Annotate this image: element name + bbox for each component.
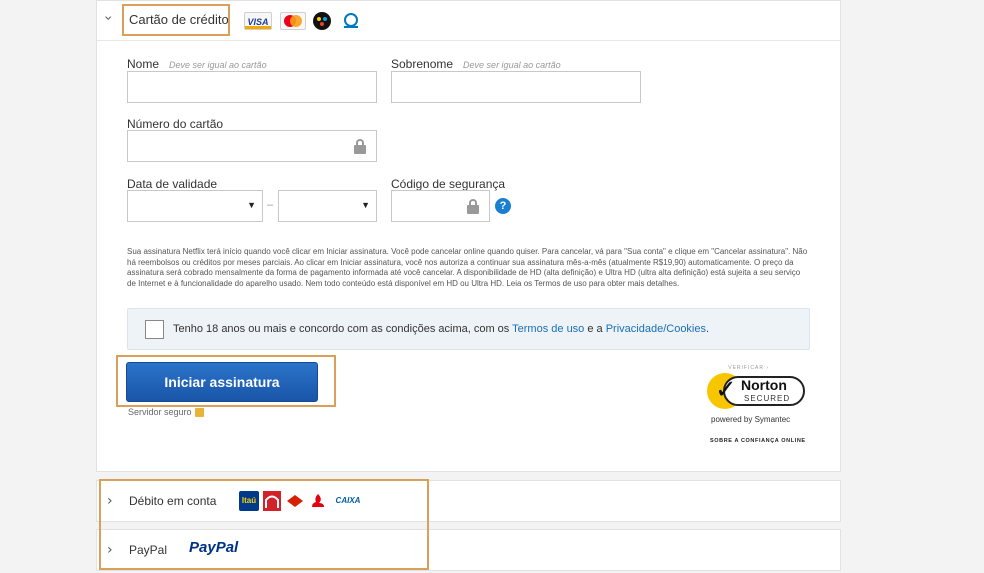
norton-powered: powered by Symantec — [711, 415, 791, 424]
agree-text-after: . — [706, 323, 710, 335]
last-name-hint: Deve ser igual ao cartão — [463, 60, 561, 70]
caret-down-icon: ▼ — [361, 200, 370, 210]
santander-logo-icon — [310, 491, 326, 511]
norton-secured-badge[interactable]: VERIFICAR › ✓ Norton SECURED powered by … — [703, 365, 813, 447]
lock-icon — [467, 199, 479, 214]
card-number-input[interactable] — [127, 130, 377, 162]
expiry-label: Data de validade — [127, 177, 218, 191]
elo-logo-icon — [313, 12, 331, 30]
visa-logo-icon: VISA — [244, 12, 272, 30]
chevron-right-icon: › — [107, 542, 113, 558]
itau-logo-icon: Itaú — [239, 491, 259, 511]
credit-card-title: Cartão de crédito — [129, 12, 229, 27]
payment-page: › Cartão de crédito VISA Nome Deve ser ig… — [0, 0, 984, 573]
agree-text-mid: e a — [584, 323, 606, 335]
credit-card-section: › Cartão de crédito VISA Nome Deve ser ig… — [96, 0, 841, 472]
chevron-right-icon: › — [107, 493, 113, 509]
expiry-month-select[interactable]: ▼ — [127, 190, 263, 222]
expiry-year-select[interactable]: ▼ — [278, 190, 377, 222]
hsbc-logo-icon — [287, 491, 303, 511]
chevron-down-icon: › — [99, 15, 116, 21]
expiry-separator: – — [267, 199, 274, 211]
debit-title: Débito em conta — [129, 494, 217, 508]
mastercard-logo-icon — [280, 12, 306, 30]
caret-down-icon: ▼ — [247, 200, 256, 210]
terms-text: Sua assinatura Netflix terá início quand… — [127, 247, 808, 288]
agree-text: Tenho 18 anos ou mais e concordo com as … — [173, 323, 709, 335]
bradesco-logo-icon — [263, 491, 281, 511]
debit-section[interactable]: › Débito em conta Itaú CAIXA — [96, 480, 841, 522]
last-name-input[interactable] — [391, 71, 641, 103]
start-subscription-button[interactable]: Iniciar assinatura — [126, 362, 318, 402]
secure-server-text: Servidor seguro — [128, 407, 192, 417]
agree-text-before: Tenho 18 anos ou mais e concordo com as … — [173, 323, 513, 335]
first-name-label: Nome Deve ser igual ao cartão — [127, 57, 267, 71]
terms-of-use-link[interactable]: Termos de uso — [512, 323, 584, 335]
diners-logo-icon — [340, 12, 362, 30]
lock-icon — [354, 139, 366, 154]
privacy-link[interactable]: Privacidade/Cookies — [606, 323, 706, 335]
last-name-label-text: Sobrenome — [391, 57, 454, 71]
security-code-label: Código de segurança — [391, 177, 506, 191]
first-name-hint: Deve ser igual ao cartão — [169, 60, 267, 70]
paypal-logo-icon: PayPal — [189, 539, 239, 556]
credit-card-header[interactable]: › Cartão de crédito VISA — [97, 1, 840, 41]
last-name-label: Sobrenome Deve ser igual ao cartão — [391, 57, 561, 71]
caixa-logo-icon: CAIXA — [335, 496, 361, 505]
norton-secured: SECURED — [744, 394, 791, 403]
first-name-label-text: Nome — [127, 57, 160, 71]
paypal-section[interactable]: › PayPal PayPal — [96, 529, 841, 571]
paypal-title: PayPal — [129, 543, 168, 557]
security-code-input[interactable] — [391, 190, 490, 222]
first-name-input[interactable] — [127, 71, 377, 103]
norton-trust: SOBRE A CONFIANÇA ONLINE — [710, 438, 806, 444]
norton-verify: VERIFICAR › — [728, 365, 769, 371]
norton-name: Norton — [741, 377, 787, 393]
agree-checkbox[interactable] — [145, 320, 164, 339]
lock-icon — [194, 408, 204, 418]
secure-server: Servidor seguro — [128, 407, 204, 418]
agree-box: Tenho 18 anos ou mais e concordo com as … — [127, 308, 810, 350]
help-icon[interactable]: ? — [495, 198, 511, 214]
card-number-label: Número do cartão — [127, 117, 224, 131]
checkmark-icon: ✓ — [715, 375, 737, 405]
